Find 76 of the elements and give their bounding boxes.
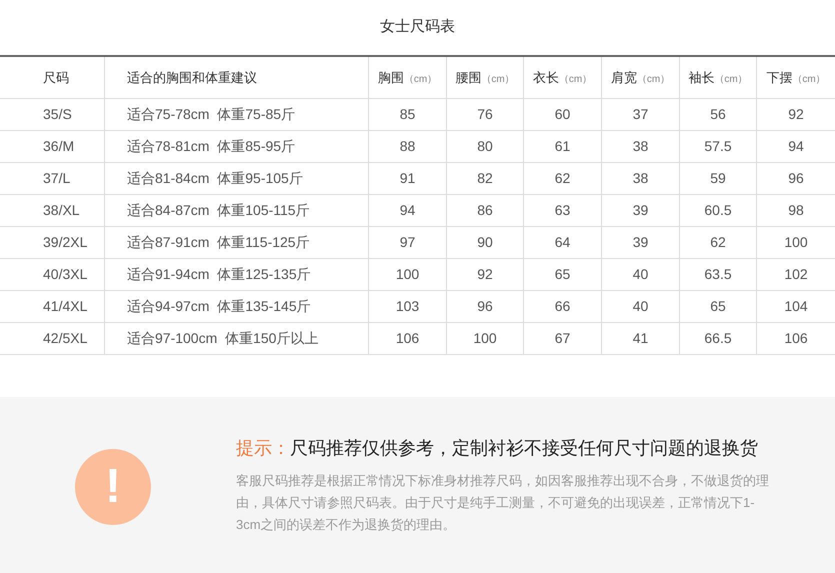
table-cell-text: 62: [710, 233, 726, 252]
table-cell-text: 37: [632, 105, 648, 124]
table-cell-text: 80: [477, 137, 493, 156]
warning-icon: !: [75, 449, 151, 525]
table-cell-text: 97: [400, 233, 416, 252]
table-cell-text: 86: [477, 201, 493, 220]
table-cell-text: 37/L: [43, 169, 70, 188]
table-cell-text: 41/4XL: [43, 297, 88, 316]
notice-text: 客服尺码推荐是根据正常情况下标准身材推荐尺码，如因客服推荐出现不合身，不做退货的理由，具体尺寸请参照尺码表。由于尺寸是纯手工测量，不可避免的出现误差，正常情况下1-3cm之间的误差不作为退换货的理由。: [236, 472, 770, 534]
table-cell-text: 64: [554, 233, 570, 252]
table-cell-text: 39/2XL: [43, 233, 88, 252]
column-header: 尺码: [43, 68, 69, 87]
table-cell-text: 100: [396, 265, 420, 284]
table-cell-text: 65: [710, 297, 726, 316]
table-cell-text: 94: [400, 201, 416, 220]
table-cell-text: 36/M: [43, 137, 74, 156]
table-cell-text: 适合97-100cm 体重150斤以上: [127, 329, 318, 348]
table-cell-text: 88: [400, 137, 416, 156]
column-header: 下摆（cm）: [766, 68, 826, 87]
table-cell-text: 38/XL: [43, 201, 80, 220]
table-cell-text: 61: [554, 137, 570, 156]
table-cell-text: 96: [477, 297, 493, 316]
table-cell-text: 适合81-84cm 体重95-105斤: [127, 169, 303, 188]
table-cell-text: 85: [400, 105, 416, 124]
table-cell-text: 92: [788, 105, 804, 124]
table-cell-text: 100: [473, 329, 497, 348]
table-cell-text: 102: [784, 265, 808, 284]
table-cell-text: 62: [554, 169, 570, 188]
table-cell-text: 82: [477, 169, 493, 188]
table-cell-text: 76: [477, 105, 493, 124]
table-cell-text: 63: [554, 201, 570, 220]
table-cell-text: 103: [396, 297, 420, 316]
table-cell-text: 适合87-91cm 体重115-125斤: [127, 233, 310, 252]
table-cell-text: 39: [632, 201, 648, 220]
chart-title: 女士尺码表: [380, 17, 455, 38]
column-header: 袖长（cm）: [688, 68, 748, 87]
table-cell-text: 56: [710, 105, 726, 124]
table-cell-text: 65: [554, 265, 570, 284]
table-cell-text: 35/S: [43, 105, 72, 124]
table-cell-text: 42/5XL: [43, 329, 88, 348]
table-cell-text: 63.5: [704, 265, 732, 284]
column-header: 胸围（cm）: [378, 68, 438, 87]
table-cell-text: 38: [632, 169, 648, 188]
column-header: 适合的胸围和体重建议: [127, 68, 257, 87]
table-cell-text: 106: [784, 329, 808, 348]
table-cell-text: 106: [396, 329, 420, 348]
table-cell-text: 67: [554, 329, 570, 348]
table-cell-text: 40: [632, 265, 648, 284]
table-cell-text: 40/3XL: [43, 265, 88, 284]
table-cell-text: 98: [788, 201, 804, 220]
table-cell-text: 适合75-78cm 体重75-85斤: [127, 105, 296, 124]
table-cell-text: 适合78-81cm 体重85-95斤: [127, 137, 296, 156]
table-cell-text: 60.5: [704, 201, 732, 220]
table-cell-text: 96: [788, 169, 804, 188]
table-cell-text: 66: [554, 297, 570, 316]
table-cell-text: 40: [632, 297, 648, 316]
table-cell-text: 38: [632, 137, 648, 156]
table-cell-text: 66.5: [704, 329, 732, 348]
table-cell-text: 94: [788, 137, 804, 156]
column-header: 肩宽（cm）: [610, 68, 670, 87]
table-cell-text: 92: [477, 265, 493, 284]
table-cell-text: 适合94-97cm 体重135-145斤: [127, 297, 311, 316]
table-cell-text: 适合84-87cm 体重105-115斤: [127, 201, 310, 220]
table-cell-text: 39: [632, 233, 648, 252]
table-cell-text: 59: [710, 169, 726, 188]
column-header: 腰围（cm）: [455, 68, 515, 87]
table-cell-text: 100: [784, 233, 808, 252]
table-cell-text: 41: [632, 329, 648, 348]
table-cell-text: 90: [477, 233, 493, 252]
notice-heading: 提示：尺码推荐仅供参考，定制衬衫不接受任何尺寸问题的退换货: [236, 437, 759, 460]
table-cell-text: 57.5: [704, 137, 732, 156]
table-cell-text: 适合91-94cm 体重125-135斤: [127, 265, 311, 284]
table-cell-text: 60: [554, 105, 570, 124]
table-cell-text: 91: [400, 169, 416, 188]
table-cell-text: 104: [784, 297, 808, 316]
column-header: 衣长（cm）: [532, 68, 592, 87]
